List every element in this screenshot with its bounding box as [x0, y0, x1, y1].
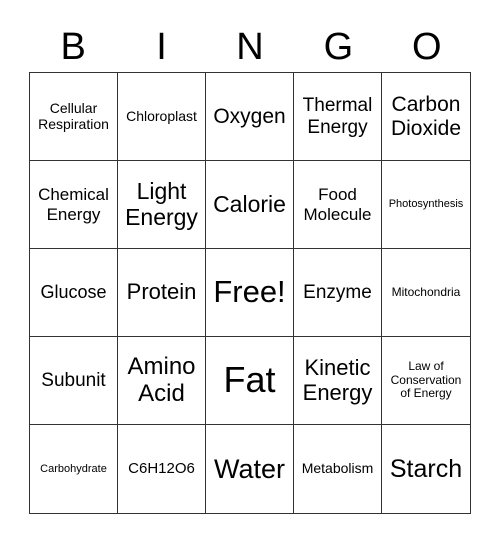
bingo-cell[interactable]: Subunit	[30, 337, 118, 425]
bingo-cell[interactable]: Metabolism	[294, 425, 382, 513]
bingo-cell[interactable]: Calorie	[206, 161, 294, 249]
bingo-cell[interactable]: C6H12O6	[118, 425, 206, 513]
header-letter-i: I	[156, 26, 167, 68]
bingo-cell[interactable]: Carbohydrate	[30, 425, 118, 513]
bingo-cell[interactable]: Light Energy	[118, 161, 206, 249]
bingo-cell[interactable]: Kinetic Energy	[294, 337, 382, 425]
bingo-cell[interactable]: Thermal Energy	[294, 73, 382, 161]
header-letter-o: O	[411, 26, 442, 68]
bingo-cell[interactable]: Oxygen	[206, 73, 294, 161]
bingo-cell[interactable]: Fat	[206, 337, 294, 425]
bingo-cell[interactable]: Chloroplast	[118, 73, 206, 161]
bingo-cell[interactable]: Chemical Energy	[30, 161, 118, 249]
bingo-cell[interactable]: Carbon Dioxide	[382, 73, 470, 161]
header-letter-b: B	[60, 26, 86, 68]
bingo-cell[interactable]: Glucose	[30, 249, 118, 337]
bingo-cell[interactable]: Enzyme	[294, 249, 382, 337]
free-space-cell[interactable]: Free!	[206, 249, 294, 337]
bingo-cell[interactable]: Food Molecule	[294, 161, 382, 249]
bingo-cell[interactable]: Water	[206, 425, 294, 513]
bingo-cell[interactable]: Cellular Respiration	[30, 73, 118, 161]
bingo-cell[interactable]: Amino Acid	[118, 337, 206, 425]
header-letter-n: N	[236, 26, 264, 68]
header-letter-g: G	[323, 26, 354, 68]
bingo-cell[interactable]: Photosynthesis	[382, 161, 470, 249]
bingo-grid: Cellular Respiration Chloroplast Oxygen The…	[29, 72, 471, 514]
bingo-cell[interactable]: Law of Conservation of Energy	[382, 337, 470, 425]
bingo-cell[interactable]: Mitochondria	[382, 249, 470, 337]
bingo-header: B I N G O	[29, 22, 471, 72]
bingo-cell[interactable]: Starch	[382, 425, 470, 513]
bingo-cell[interactable]: Protein	[118, 249, 206, 337]
